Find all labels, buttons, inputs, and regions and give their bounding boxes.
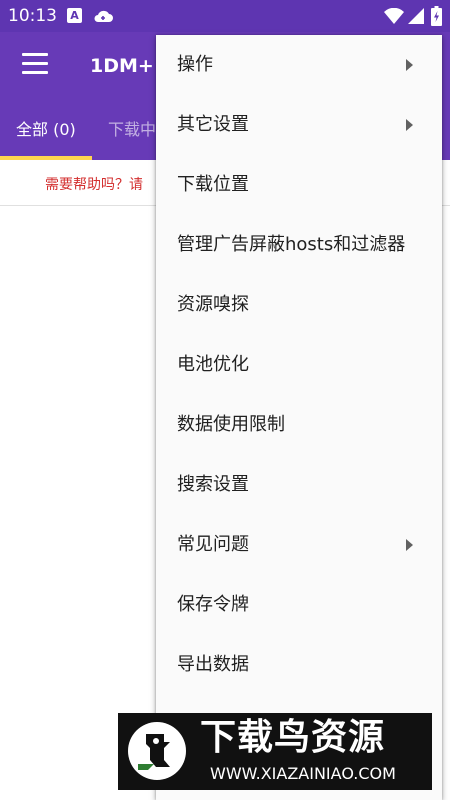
menu-item-resource-sniffer[interactable]: 资源嗅探	[156, 275, 442, 335]
menu-item-label: 保存令牌	[177, 594, 249, 615]
menu-item-label: 其它设置	[177, 114, 249, 135]
cloud-icon	[94, 10, 113, 22]
status-time: 10:13	[8, 6, 57, 26]
menu-item-data-usage-limit[interactable]: 数据使用限制	[156, 395, 442, 455]
menu-item-label: 电池优化	[177, 354, 249, 375]
menu-item-label: 数据使用限制	[177, 414, 285, 435]
menu-item-search-settings[interactable]: 搜索设置	[156, 455, 442, 515]
menu-item-download-location[interactable]: 下载位置	[156, 155, 442, 215]
menu-item-label: 资源嗅探	[177, 294, 249, 315]
menu-item-label: 下载位置	[177, 174, 249, 195]
hamburger-menu-icon[interactable]	[22, 53, 48, 75]
overflow-menu: 操作 其它设置 下载位置 管理广告屏蔽hosts和过滤器 资源嗅探 电池优化 数…	[156, 35, 442, 800]
menu-item-save-token[interactable]: 保存令牌	[156, 575, 442, 635]
watermark-url: WWW.XIAZAINIAO.COM	[210, 764, 396, 783]
status-bar: 10:13 A	[0, 0, 450, 32]
tab-all[interactable]: 全部 (0)	[16, 119, 76, 141]
submenu-arrow-icon	[406, 59, 413, 71]
wifi-icon	[384, 8, 404, 24]
menu-item-label: 导出数据	[177, 654, 249, 675]
watermark-banner: 下载鸟资源 WWW.XIAZAINIAO.COM	[118, 713, 432, 790]
a-notification-icon: A	[67, 8, 82, 23]
bird-logo-icon	[128, 722, 186, 780]
app-title: 1DM+	[90, 55, 154, 77]
menu-item-label: 常见问题	[177, 534, 249, 555]
signal-icon	[408, 8, 424, 24]
menu-item-battery-optimization[interactable]: 电池优化	[156, 335, 442, 395]
menu-item-label: 管理广告屏蔽hosts和过滤器	[177, 234, 406, 255]
submenu-arrow-icon	[406, 119, 413, 131]
watermark-title: 下载鸟资源	[200, 717, 386, 758]
help-banner-text[interactable]: 需要帮助吗？请	[45, 175, 143, 195]
menu-item-other-settings[interactable]: 其它设置	[156, 95, 442, 155]
menu-item-export-data[interactable]: 导出数据	[156, 635, 442, 695]
menu-item-label: 搜索设置	[177, 474, 249, 495]
tab-downloading[interactable]: 下载中	[108, 119, 156, 141]
menu-item-label: 操作	[177, 54, 213, 75]
battery-icon	[431, 6, 442, 26]
menu-item-adblock-hosts[interactable]: 管理广告屏蔽hosts和过滤器	[156, 215, 442, 275]
submenu-arrow-icon	[406, 539, 413, 551]
tab-indicator	[0, 156, 92, 160]
menu-item-faq[interactable]: 常见问题	[156, 515, 442, 575]
menu-item-operations[interactable]: 操作	[156, 35, 442, 95]
